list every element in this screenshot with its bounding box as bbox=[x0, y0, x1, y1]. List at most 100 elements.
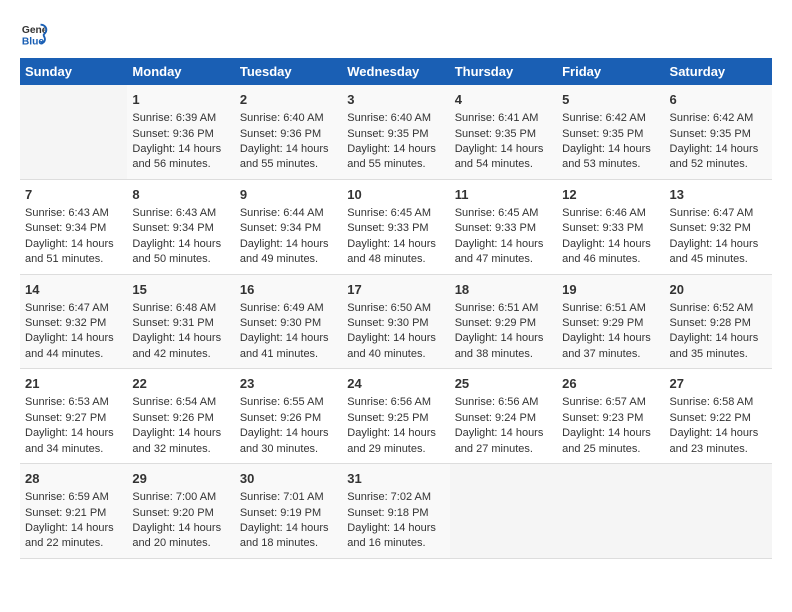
day-info-line: Sunrise: 7:02 AM bbox=[347, 490, 444, 505]
calendar-cell: 15Sunrise: 6:48 AMSunset: 9:31 PMDayligh… bbox=[127, 274, 234, 369]
day-info-line: Daylight: 14 hours bbox=[347, 142, 444, 157]
day-info-line: Sunrise: 6:45 AM bbox=[347, 206, 444, 221]
day-number: 18 bbox=[455, 281, 552, 299]
day-info-line: and 25 minutes. bbox=[562, 442, 659, 457]
calendar-cell: 23Sunrise: 6:55 AMSunset: 9:26 PMDayligh… bbox=[235, 369, 342, 464]
day-info-line: Daylight: 14 hours bbox=[132, 142, 229, 157]
day-number: 4 bbox=[455, 91, 552, 109]
day-info-line: Sunrise: 6:55 AM bbox=[240, 395, 337, 410]
calendar-cell: 9Sunrise: 6:44 AMSunset: 9:34 PMDaylight… bbox=[235, 179, 342, 274]
day-number: 2 bbox=[240, 91, 337, 109]
calendar-cell bbox=[20, 85, 127, 179]
day-of-week-header: Sunday bbox=[20, 58, 127, 85]
day-info-line: and 29 minutes. bbox=[347, 442, 444, 457]
day-info-line: Sunset: 9:35 PM bbox=[455, 127, 552, 142]
day-info-line: Daylight: 14 hours bbox=[132, 426, 229, 441]
calendar-cell bbox=[665, 464, 772, 559]
day-info-line: Sunset: 9:26 PM bbox=[132, 411, 229, 426]
day-number: 3 bbox=[347, 91, 444, 109]
day-info-line: Sunrise: 6:52 AM bbox=[670, 301, 767, 316]
day-info-line: and 34 minutes. bbox=[25, 442, 122, 457]
day-info-line: and 53 minutes. bbox=[562, 157, 659, 172]
day-info-line: Sunrise: 6:43 AM bbox=[25, 206, 122, 221]
day-of-week-header: Friday bbox=[557, 58, 664, 85]
day-info-line: Daylight: 14 hours bbox=[240, 331, 337, 346]
calendar-cell: 14Sunrise: 6:47 AMSunset: 9:32 PMDayligh… bbox=[20, 274, 127, 369]
day-info-line: Sunrise: 6:59 AM bbox=[25, 490, 122, 505]
day-info-line: Sunrise: 6:41 AM bbox=[455, 111, 552, 126]
day-number: 22 bbox=[132, 375, 229, 393]
day-info-line: Sunset: 9:31 PM bbox=[132, 316, 229, 331]
day-info-line: Sunrise: 6:56 AM bbox=[347, 395, 444, 410]
day-info-line: and 45 minutes. bbox=[670, 252, 767, 267]
calendar-cell: 11Sunrise: 6:45 AMSunset: 9:33 PMDayligh… bbox=[450, 179, 557, 274]
day-info-line: Sunset: 9:21 PM bbox=[25, 506, 122, 521]
day-number: 19 bbox=[562, 281, 659, 299]
day-info-line: Sunrise: 6:40 AM bbox=[240, 111, 337, 126]
calendar-cell: 8Sunrise: 6:43 AMSunset: 9:34 PMDaylight… bbox=[127, 179, 234, 274]
day-info-line: Sunset: 9:35 PM bbox=[347, 127, 444, 142]
day-number: 11 bbox=[455, 186, 552, 204]
day-info-line: Sunset: 9:36 PM bbox=[132, 127, 229, 142]
day-info-line: Sunrise: 6:53 AM bbox=[25, 395, 122, 410]
day-info-line: and 47 minutes. bbox=[455, 252, 552, 267]
day-info-line: Daylight: 14 hours bbox=[562, 237, 659, 252]
day-info-line: Sunset: 9:23 PM bbox=[562, 411, 659, 426]
day-info-line: Sunset: 9:34 PM bbox=[132, 221, 229, 236]
day-info-line: Sunrise: 6:49 AM bbox=[240, 301, 337, 316]
day-info-line: Sunrise: 6:46 AM bbox=[562, 206, 659, 221]
day-number: 28 bbox=[25, 470, 122, 488]
day-info-line: and 22 minutes. bbox=[25, 536, 122, 551]
day-info-line: Daylight: 14 hours bbox=[670, 142, 767, 157]
day-info-line: Sunset: 9:27 PM bbox=[25, 411, 122, 426]
day-info-line: Sunset: 9:34 PM bbox=[25, 221, 122, 236]
day-info-line: and 23 minutes. bbox=[670, 442, 767, 457]
day-info-line: Sunset: 9:35 PM bbox=[562, 127, 659, 142]
calendar-header-row: SundayMondayTuesdayWednesdayThursdayFrid… bbox=[20, 58, 772, 85]
calendar-cell: 25Sunrise: 6:56 AMSunset: 9:24 PMDayligh… bbox=[450, 369, 557, 464]
day-info-line: and 16 minutes. bbox=[347, 536, 444, 551]
day-info-line: and 38 minutes. bbox=[455, 347, 552, 362]
calendar-table: SundayMondayTuesdayWednesdayThursdayFrid… bbox=[20, 58, 772, 559]
day-info-line: and 56 minutes. bbox=[132, 157, 229, 172]
day-info-line: Sunrise: 6:54 AM bbox=[132, 395, 229, 410]
day-info-line: Sunset: 9:28 PM bbox=[670, 316, 767, 331]
day-info-line: and 30 minutes. bbox=[240, 442, 337, 457]
day-number: 1 bbox=[132, 91, 229, 109]
day-info-line: Daylight: 14 hours bbox=[347, 331, 444, 346]
calendar-cell: 2Sunrise: 6:40 AMSunset: 9:36 PMDaylight… bbox=[235, 85, 342, 179]
day-info-line: Sunset: 9:20 PM bbox=[132, 506, 229, 521]
day-info-line: and 35 minutes. bbox=[670, 347, 767, 362]
day-info-line: Daylight: 14 hours bbox=[562, 331, 659, 346]
day-number: 16 bbox=[240, 281, 337, 299]
day-info-line: Daylight: 14 hours bbox=[670, 331, 767, 346]
day-info-line: Sunrise: 6:51 AM bbox=[455, 301, 552, 316]
day-info-line: Sunrise: 6:47 AM bbox=[670, 206, 767, 221]
day-number: 27 bbox=[670, 375, 767, 393]
day-info-line: Daylight: 14 hours bbox=[670, 237, 767, 252]
day-info-line: and 32 minutes. bbox=[132, 442, 229, 457]
day-info-line: Sunset: 9:33 PM bbox=[455, 221, 552, 236]
day-info-line: Daylight: 14 hours bbox=[240, 521, 337, 536]
day-info-line: and 37 minutes. bbox=[562, 347, 659, 362]
day-info-line: Sunrise: 6:40 AM bbox=[347, 111, 444, 126]
day-info-line: Sunset: 9:33 PM bbox=[562, 221, 659, 236]
day-info-line: Sunrise: 6:51 AM bbox=[562, 301, 659, 316]
day-info-line: Sunset: 9:30 PM bbox=[240, 316, 337, 331]
calendar-cell: 18Sunrise: 6:51 AMSunset: 9:29 PMDayligh… bbox=[450, 274, 557, 369]
calendar-cell: 3 Sunrise: 6:40 AMSunset: 9:35 PMDaylight… bbox=[342, 85, 449, 179]
day-info-line: Daylight: 14 hours bbox=[240, 426, 337, 441]
day-info-line: Sunrise: 6:43 AM bbox=[132, 206, 229, 221]
calendar-week-row: 14Sunrise: 6:47 AMSunset: 9:32 PMDayligh… bbox=[20, 274, 772, 369]
page-header: General Blue bbox=[20, 20, 772, 48]
day-info-line: Sunset: 9:24 PM bbox=[455, 411, 552, 426]
day-info-line: Sunset: 9:19 PM bbox=[240, 506, 337, 521]
day-number: 14 bbox=[25, 281, 122, 299]
calendar-cell: 20Sunrise: 6:52 AMSunset: 9:28 PMDayligh… bbox=[665, 274, 772, 369]
day-info-line: Sunset: 9:29 PM bbox=[455, 316, 552, 331]
day-of-week-header: Thursday bbox=[450, 58, 557, 85]
calendar-cell: 5Sunrise: 6:42 AMSunset: 9:35 PMDaylight… bbox=[557, 85, 664, 179]
day-info-line: and 42 minutes. bbox=[132, 347, 229, 362]
calendar-cell: 4Sunrise: 6:41 AMSunset: 9:35 PMDaylight… bbox=[450, 85, 557, 179]
day-info-line: Sunset: 9:36 PM bbox=[240, 127, 337, 142]
